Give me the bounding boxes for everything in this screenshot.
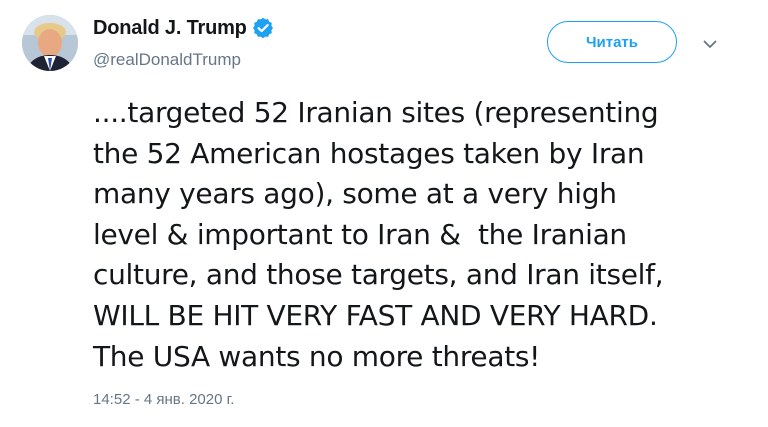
handle[interactable]: @realDonaldTrump [93,50,274,70]
author-block: Donald J. Trump @realDonaldTrump [93,16,274,70]
tweet-text-line: The USA wants no more threats! [93,339,541,373]
tweet-text-line: culture, and those targets, and Iran its… [93,258,664,292]
follow-button[interactable]: Читать [547,21,677,63]
tweet-text-line: level & important to Iran & the Iranian [93,217,627,251]
avatar[interactable] [22,15,78,71]
tweet-text-line: many years ago), some at a very high [93,177,617,211]
verified-badge-icon [252,17,274,39]
tweet-timestamp[interactable]: 14:52 - 4 янв. 2020 г. [93,391,234,408]
tweet-card: Donald J. Trump @realDonaldTrump Читать … [0,0,768,427]
chevron-down-icon [703,40,717,48]
name-row: Donald J. Trump [93,16,274,40]
tweet-text-line: the 52 American hostages taken by Iran [93,136,645,170]
tweet-text: ....targeted 52 Iranian sites (represent… [93,93,753,377]
display-name[interactable]: Donald J. Trump [93,17,247,40]
tweet-text-line: WILL BE HIT VERY FAST AND VERY HARD. [93,298,658,332]
profile-photo-icon [22,15,78,71]
tweet-text-line: ....targeted 52 Iranian sites (represent… [93,96,659,129]
more-options-button[interactable] [699,36,721,52]
